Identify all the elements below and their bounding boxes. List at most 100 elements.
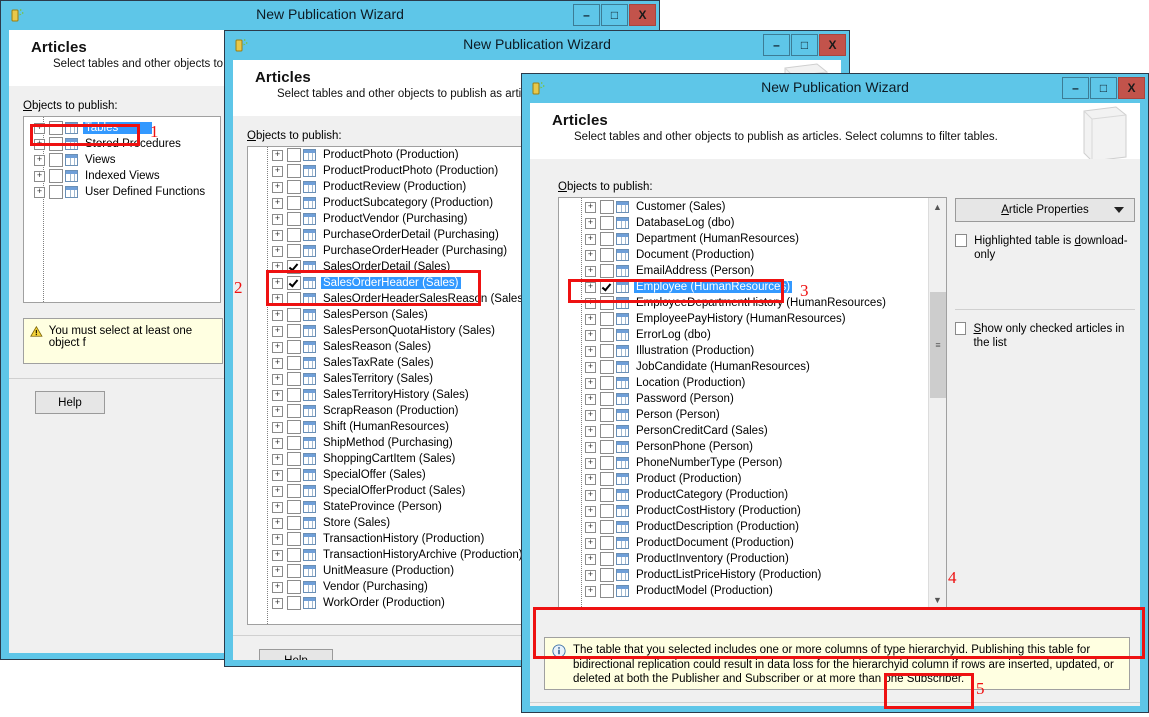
tree-item[interactable]: Password (Person) xyxy=(559,391,946,407)
expand-plus-icon[interactable] xyxy=(34,187,45,198)
tree-item-checkbox[interactable] xyxy=(600,536,614,550)
objects-tree-front[interactable]: Customer (Sales)DatabaseLog (dbo)Departm… xyxy=(558,197,947,609)
tree-item-checkbox[interactable] xyxy=(287,548,301,562)
expand-plus-icon[interactable] xyxy=(585,426,596,437)
tree-item-checkbox[interactable] xyxy=(287,388,301,402)
tree-item-checkbox[interactable] xyxy=(600,360,614,374)
tree-item[interactable]: JobCandidate (HumanResources) xyxy=(559,359,946,375)
expand-plus-icon[interactable] xyxy=(272,374,283,385)
tree-item-checkbox[interactable] xyxy=(600,408,614,422)
show-only-checked-row[interactable]: Show only checked articles in the list xyxy=(955,322,1135,350)
tree-item[interactable]: ProductDocument (Production) xyxy=(559,535,946,551)
expand-plus-icon[interactable] xyxy=(585,202,596,213)
titlebar-back[interactable]: New Publication Wizard – □ X xyxy=(1,1,659,30)
expand-plus-icon[interactable] xyxy=(272,438,283,449)
tree-item-checkbox[interactable] xyxy=(600,584,614,598)
expand-plus-icon[interactable] xyxy=(585,394,596,405)
tree-item-checkbox[interactable] xyxy=(287,308,301,322)
highlighted-download-only-checkbox[interactable] xyxy=(955,234,967,247)
expand-plus-icon[interactable] xyxy=(34,139,45,150)
tree-item-checkbox[interactable] xyxy=(600,200,614,214)
tree-item-checkbox[interactable] xyxy=(600,552,614,566)
tree-item-checkbox[interactable] xyxy=(287,276,301,290)
tree-item-checkbox[interactable] xyxy=(600,232,614,246)
article-properties-button[interactable]: Article Properties xyxy=(955,198,1135,222)
expand-plus-icon[interactable] xyxy=(585,506,596,517)
tree-item-checkbox[interactable] xyxy=(600,504,614,518)
expand-plus-icon[interactable] xyxy=(272,406,283,417)
expand-plus-icon[interactable] xyxy=(272,310,283,321)
tree-item[interactable]: Indexed Views xyxy=(24,168,220,184)
expand-plus-icon[interactable] xyxy=(585,570,596,581)
tree-item-checkbox[interactable] xyxy=(600,424,614,438)
tree-item-checkbox[interactable] xyxy=(287,564,301,578)
maximize-button[interactable]: □ xyxy=(601,4,628,26)
tree-item[interactable]: Stored Procedures xyxy=(24,136,220,152)
tree-item-checkbox[interactable] xyxy=(600,312,614,326)
scroll-up-arrow[interactable]: ▲ xyxy=(929,198,946,215)
tree-item-checkbox[interactable] xyxy=(287,180,301,194)
tree-item[interactable]: Illustration (Production) xyxy=(559,343,946,359)
tree-item-checkbox[interactable] xyxy=(600,456,614,470)
highlighted-download-only-checkbox-row[interactable]: Highlighted table is download-only xyxy=(955,234,1135,262)
tree-item-checkbox[interactable] xyxy=(600,248,614,262)
expand-plus-icon[interactable] xyxy=(585,218,596,229)
tree-item[interactable]: Employee (HumanResources) xyxy=(559,279,946,295)
scrollbar-thumb[interactable]: ≡ xyxy=(930,292,946,398)
expand-plus-icon[interactable] xyxy=(585,490,596,501)
tree-item-checkbox[interactable] xyxy=(287,372,301,386)
tree-item[interactable]: Views xyxy=(24,152,220,168)
maximize-button[interactable]: □ xyxy=(1090,77,1117,99)
expand-plus-icon[interactable] xyxy=(272,598,283,609)
tree-item-checkbox[interactable] xyxy=(600,472,614,486)
expand-plus-icon[interactable] xyxy=(585,474,596,485)
tree-item-checkbox[interactable] xyxy=(600,568,614,582)
expand-plus-icon[interactable] xyxy=(585,362,596,373)
expand-plus-icon[interactable] xyxy=(585,250,596,261)
expand-plus-icon[interactable] xyxy=(585,282,596,293)
tree-item[interactable]: ProductDescription (Production) xyxy=(559,519,946,535)
tree-item-checkbox[interactable] xyxy=(287,148,301,162)
expand-plus-icon[interactable] xyxy=(585,234,596,245)
expand-plus-icon[interactable] xyxy=(272,246,283,257)
tree-item[interactable]: User Defined Functions xyxy=(24,184,220,200)
tree-item-checkbox[interactable] xyxy=(49,185,63,199)
expand-plus-icon[interactable] xyxy=(272,390,283,401)
expand-plus-icon[interactable] xyxy=(585,522,596,533)
expand-plus-icon[interactable] xyxy=(272,198,283,209)
expand-plus-icon[interactable] xyxy=(585,458,596,469)
expand-plus-icon[interactable] xyxy=(585,442,596,453)
expand-plus-icon[interactable] xyxy=(585,586,596,597)
expand-plus-icon[interactable] xyxy=(272,422,283,433)
tree-item-checkbox[interactable] xyxy=(600,488,614,502)
tree-item-checkbox[interactable] xyxy=(49,121,63,135)
expand-plus-icon[interactable] xyxy=(272,550,283,561)
expand-plus-icon[interactable] xyxy=(585,346,596,357)
expand-plus-icon[interactable] xyxy=(272,326,283,337)
tree-item[interactable]: ProductCategory (Production) xyxy=(559,487,946,503)
close-button[interactable]: X xyxy=(819,34,846,56)
tree-item-checkbox[interactable] xyxy=(287,292,301,306)
expand-plus-icon[interactable] xyxy=(272,534,283,545)
tree-item[interactable]: Customer (Sales) xyxy=(559,199,946,215)
window-controls-front[interactable]: – □ X xyxy=(1061,77,1145,99)
tree-item[interactable]: Product (Production) xyxy=(559,471,946,487)
expand-plus-icon[interactable] xyxy=(272,454,283,465)
titlebar-middle[interactable]: New Publication Wizard – □ X xyxy=(225,31,849,60)
tree-item-checkbox[interactable] xyxy=(287,484,301,498)
tree-item[interactable]: ProductInventory (Production) xyxy=(559,551,946,567)
tree-item-checkbox[interactable] xyxy=(287,580,301,594)
tree-item-checkbox[interactable] xyxy=(287,516,301,530)
tree-item-checkbox[interactable] xyxy=(600,440,614,454)
tree-item-checkbox[interactable] xyxy=(600,392,614,406)
titlebar-front[interactable]: New Publication Wizard – □ X xyxy=(522,74,1148,103)
tree-item[interactable]: Location (Production) xyxy=(559,375,946,391)
scroll-down-arrow[interactable]: ▼ xyxy=(929,591,946,608)
tree-item-checkbox[interactable] xyxy=(600,520,614,534)
tree-item-checkbox[interactable] xyxy=(287,468,301,482)
tree-item-checkbox[interactable] xyxy=(287,356,301,370)
tree-item-checkbox[interactable] xyxy=(287,340,301,354)
expand-plus-icon[interactable] xyxy=(272,582,283,593)
expand-plus-icon[interactable] xyxy=(272,518,283,529)
expand-plus-icon[interactable] xyxy=(585,378,596,389)
